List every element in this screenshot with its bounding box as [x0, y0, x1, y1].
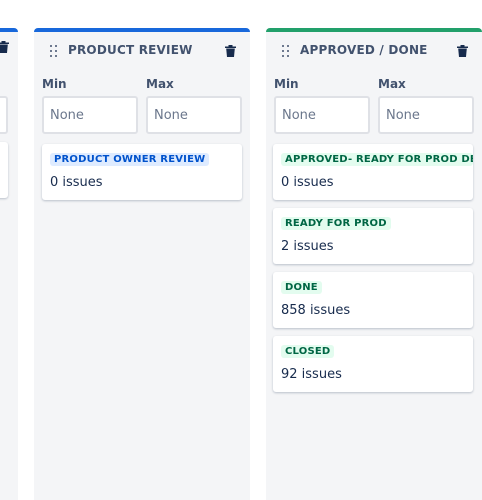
drag-handle-icon[interactable]: [50, 45, 58, 57]
max-label: Max: [146, 77, 174, 91]
issue-count: 858 issues: [281, 303, 351, 318]
issue-count: 2 issues: [281, 239, 334, 254]
min-label: Min: [274, 77, 299, 91]
trash-icon[interactable]: [225, 45, 236, 57]
column-header: PRODUCT REVIEW: [34, 32, 250, 68]
status-card[interactable]: APPROVED- READY FOR PROD DE 0 issues: [273, 144, 473, 200]
status-lozenge: DONE: [281, 281, 322, 294]
max-limit-input-partial[interactable]: [0, 96, 8, 134]
column-title: APPROVED / DONE: [300, 43, 428, 57]
status-lozenge: CLOSED: [281, 345, 335, 358]
column-title: PRODUCT REVIEW: [68, 43, 193, 57]
max-limit-input[interactable]: [378, 96, 474, 134]
status-lozenge: PRODUCT OWNER REVIEW: [50, 153, 210, 166]
issue-count: 0 issues: [281, 175, 334, 190]
column-approved-done: APPROVED / DONE Min Max APPROVED- READY …: [266, 28, 482, 500]
column-partial-left: [0, 28, 18, 500]
status-card[interactable]: DONE 858 issues: [273, 272, 473, 328]
min-label: Min: [42, 77, 67, 91]
board-columns: PRODUCT REVIEW Min Max PRODUCT OWNER REV…: [0, 0, 482, 500]
column-top-bar: [0, 28, 18, 32]
max-limit-input[interactable]: [146, 96, 242, 134]
max-label: Max: [378, 77, 406, 91]
status-lozenge: APPROVED- READY FOR PROD DE: [281, 153, 473, 166]
drag-handle-icon[interactable]: [282, 45, 290, 57]
min-limit-input[interactable]: [42, 96, 138, 134]
status-card[interactable]: CLOSED 92 issues: [273, 336, 473, 392]
column-header: APPROVED / DONE: [266, 32, 482, 68]
status-card[interactable]: READY FOR PROD 2 issues: [273, 208, 473, 264]
status-card[interactable]: PRODUCT OWNER REVIEW 0 issues: [42, 144, 242, 200]
issue-count: 92 issues: [281, 367, 342, 382]
status-lozenge: READY FOR PROD: [281, 217, 391, 230]
column-product-review: PRODUCT REVIEW Min Max PRODUCT OWNER REV…: [34, 28, 250, 500]
issue-count: 0 issues: [50, 175, 103, 190]
trash-icon[interactable]: [457, 45, 468, 57]
min-limit-input[interactable]: [274, 96, 370, 134]
trash-icon[interactable]: [0, 41, 9, 53]
status-card-partial[interactable]: [0, 142, 8, 198]
